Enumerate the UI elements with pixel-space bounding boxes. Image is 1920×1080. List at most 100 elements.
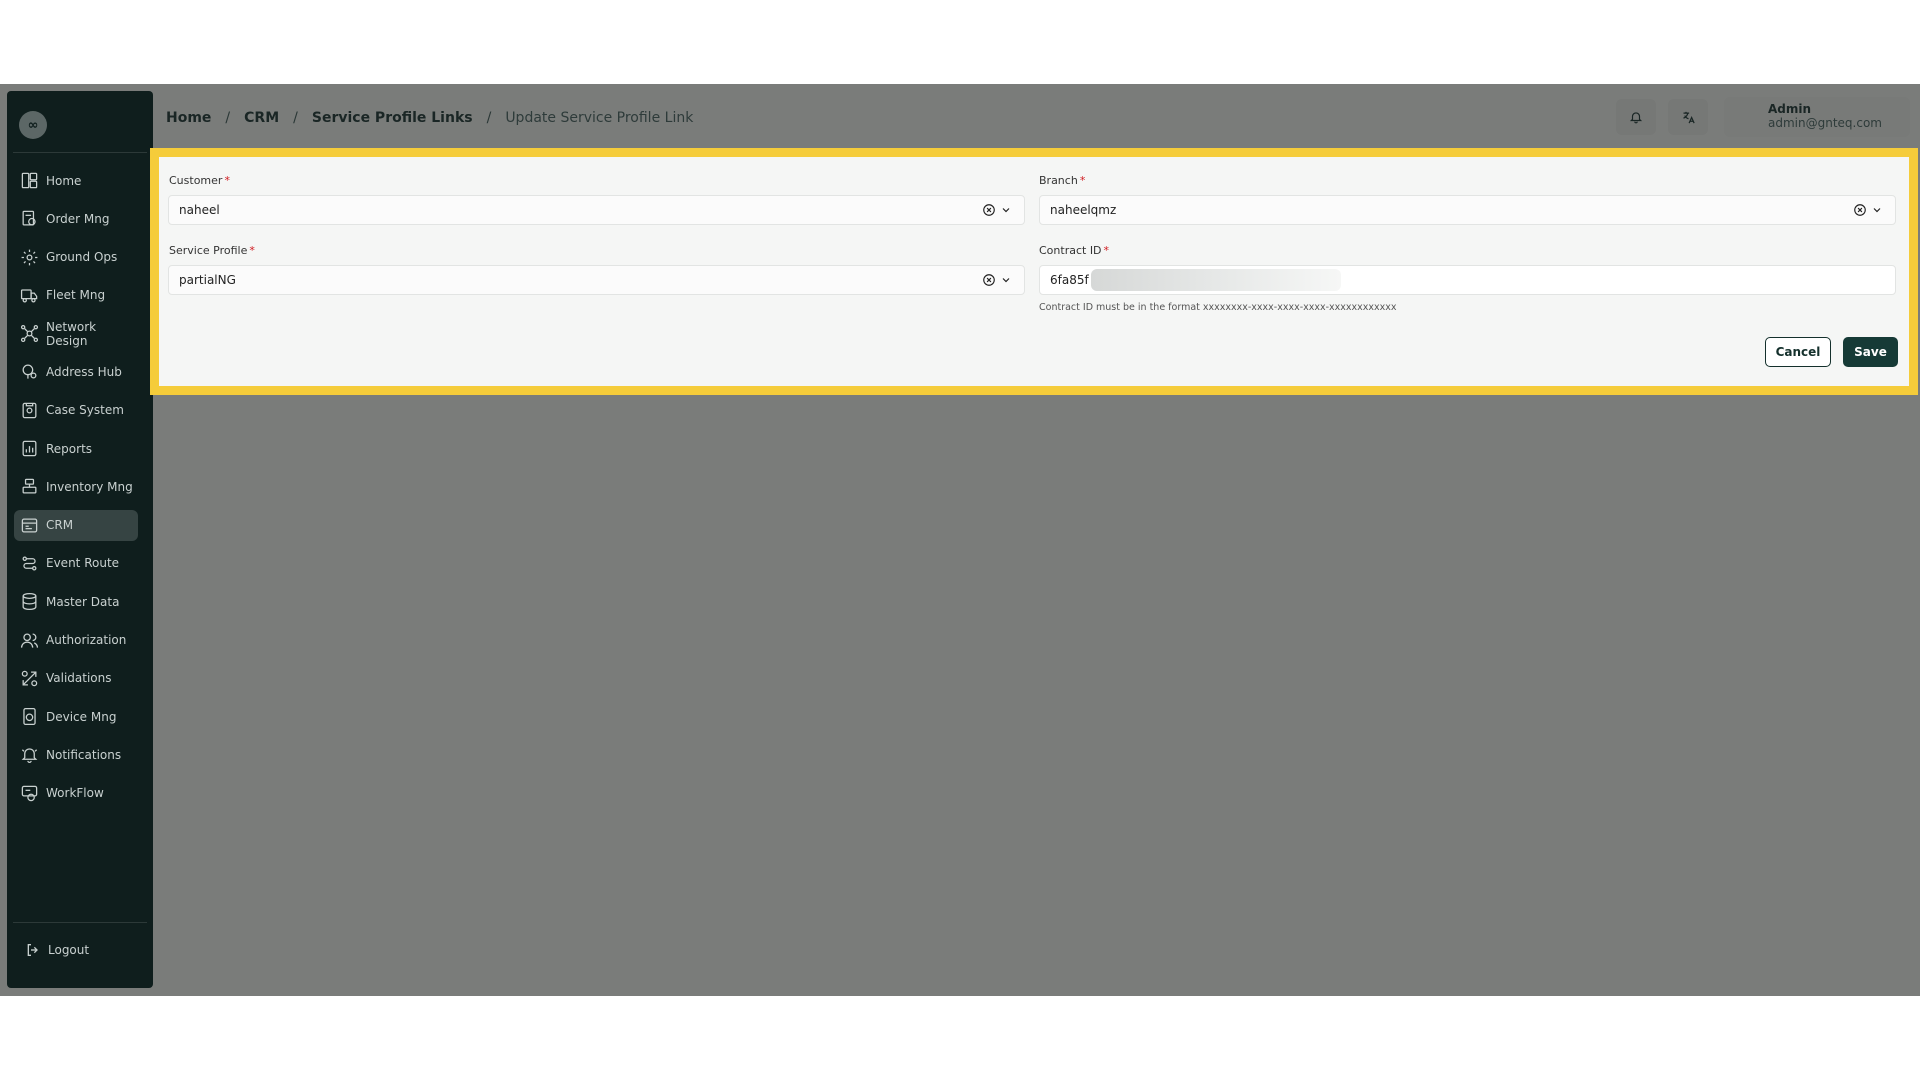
- validations-icon: [21, 670, 38, 687]
- clear-icon[interactable]: [1853, 203, 1867, 217]
- sidebar-item-master-data[interactable]: Master Data: [14, 586, 138, 617]
- contract-id-input[interactable]: 6fa85f: [1039, 265, 1896, 295]
- truck-icon: [20, 289, 38, 303]
- users-icon: [20, 633, 39, 648]
- breadcrumb-separator: /: [225, 110, 231, 126]
- breadcrumb-current: Update Service Profile Link: [505, 110, 694, 126]
- sidebar-divider: [13, 152, 147, 153]
- device-icon: [23, 708, 36, 726]
- save-button[interactable]: Save: [1843, 337, 1898, 367]
- logout-icon: [27, 944, 38, 956]
- branch-label: Branch *: [1039, 174, 1085, 187]
- bell-icon: [21, 748, 38, 764]
- breadcrumb-separator: /: [486, 110, 492, 126]
- sidebar-item-reports[interactable]: Reports: [14, 433, 138, 464]
- branch-value: naheelqmz: [1050, 203, 1117, 217]
- sidebar-item-label: Network Design: [46, 319, 97, 348]
- sidebar-item-fleet-mng[interactable]: Fleet Mng: [14, 280, 138, 311]
- sidebar-nav: Home Order Mng Ground Ops Fleet Mng Network …: [14, 165, 138, 816]
- database-icon: [22, 593, 37, 611]
- sidebar-item-label: Authorization: [46, 633, 127, 648]
- case-icon: [22, 402, 37, 419]
- sidebar-item-ground-ops[interactable]: Ground Ops: [14, 242, 138, 273]
- sidebar-item-label: Notifications: [46, 747, 122, 762]
- user-email: admin@gnteq.com: [1768, 116, 1882, 130]
- service-profile-label-text: Service Profile: [169, 244, 248, 257]
- user-menu[interactable]: Admin admin@gnteq.com: [1724, 97, 1910, 137]
- breadcrumb-separator: /: [293, 110, 298, 126]
- required-mark: *: [249, 244, 255, 257]
- breadcrumb-crm[interactable]: CRM: [244, 110, 279, 126]
- breadcrumb-home[interactable]: Home: [166, 110, 211, 126]
- sidebar-item-label: Address Hub: [46, 364, 122, 379]
- sidebar-item-home[interactable]: Home: [14, 165, 138, 196]
- sidebar-item-label: Case System: [46, 403, 124, 418]
- language-button[interactable]: [1668, 99, 1708, 135]
- sidebar-item-label: Validations: [46, 671, 112, 686]
- redacted-text: [1090, 269, 1341, 291]
- contract-id-label: Contract ID *: [1039, 244, 1109, 257]
- sidebar-item-notifications[interactable]: Notifications: [14, 739, 138, 770]
- ground-ops-icon: [21, 249, 38, 266]
- clear-icon[interactable]: [982, 203, 996, 217]
- sidebar-item-authorization[interactable]: Authorization: [14, 625, 138, 656]
- branch-select[interactable]: naheelqmz: [1039, 195, 1896, 225]
- sidebar-item-label: Ground Ops: [46, 250, 118, 265]
- bell-icon: [1629, 112, 1643, 124]
- breadcrumb: Home / CRM / Service Profile Links / Upd…: [166, 100, 693, 136]
- sidebar-item-crm[interactable]: CRM: [14, 509, 138, 541]
- notifications-button[interactable]: [1616, 99, 1656, 135]
- chevron-down-icon[interactable]: [1871, 204, 1883, 216]
- home-icon: [21, 172, 38, 189]
- sidebar-item-network-design[interactable]: Network Design: [14, 318, 138, 349]
- sidebar-item-label: Master Data: [46, 594, 120, 609]
- sidebar-item-label: Device Mng: [46, 709, 117, 724]
- sidebar-item-case-system[interactable]: Case System: [14, 395, 138, 426]
- sidebar-item-label: Order Mng: [46, 211, 110, 226]
- translate-icon: [1682, 111, 1695, 123]
- customer-label-text: Customer: [169, 174, 223, 187]
- address-icon: [22, 365, 37, 380]
- service-profile-label: Service Profile *: [169, 244, 255, 257]
- sidebar-item-event-route[interactable]: Event Route: [14, 548, 138, 579]
- chevron-down-icon[interactable]: [1000, 204, 1012, 216]
- required-mark: *: [1079, 174, 1086, 187]
- cancel-button[interactable]: Cancel: [1765, 337, 1831, 367]
- reports-icon: [22, 440, 37, 457]
- crm-icon: [21, 518, 38, 533]
- sidebar-item-label: Reports: [46, 441, 93, 456]
- workflow-icon: [21, 785, 38, 802]
- sidebar-item-validations[interactable]: Validations: [14, 663, 138, 694]
- app-logo[interactable]: ∞: [19, 111, 47, 139]
- form-panel: Customer * naheel Branch * naheelqmz Servi…: [150, 148, 1918, 395]
- branch-label-text: Branch: [1039, 174, 1078, 187]
- customer-select[interactable]: naheel: [168, 195, 1025, 225]
- sidebar-item-workflow[interactable]: WorkFlow: [14, 778, 138, 809]
- order-icon: [22, 211, 36, 226]
- network-icon: [20, 325, 39, 343]
- required-mark: *: [224, 174, 230, 187]
- breadcrumb-service-profile-links[interactable]: Service Profile Links: [312, 110, 473, 126]
- required-mark: *: [1103, 244, 1110, 257]
- sidebar-item-label: WorkFlow: [46, 786, 104, 801]
- sidebar-item-label: Home: [46, 173, 82, 188]
- sidebar-item-label: Inventory Mng: [46, 479, 133, 494]
- sidebar: ∞ Home Order Mng Ground Ops Fleet Mng Networ…: [7, 91, 153, 988]
- contract-id-label-text: Contract ID: [1039, 244, 1102, 257]
- service-profile-select[interactable]: partialNG: [168, 265, 1025, 295]
- contract-id-hint: Contract ID must be in the format xxxxxx…: [1039, 302, 1397, 313]
- customer-label: Customer *: [169, 174, 230, 187]
- sidebar-item-inventory-mng[interactable]: Inventory Mng: [14, 471, 138, 502]
- sidebar-item-label: CRM: [46, 518, 74, 533]
- inventory-icon: [22, 479, 37, 494]
- clear-icon[interactable]: [982, 273, 996, 287]
- contract-id-value: 6fa85f: [1050, 273, 1089, 287]
- sidebar-divider: [13, 922, 147, 923]
- chevron-down-icon[interactable]: [1000, 274, 1012, 286]
- user-name: Admin: [1768, 102, 1812, 116]
- sidebar-item-address-hub[interactable]: Address Hub: [14, 356, 138, 387]
- sidebar-item-device-mng[interactable]: Device Mng: [14, 701, 138, 732]
- logout-button[interactable]: Logout: [25, 942, 89, 958]
- customer-value: naheel: [179, 203, 220, 217]
- sidebar-item-order-mng[interactable]: Order Mng: [14, 203, 138, 234]
